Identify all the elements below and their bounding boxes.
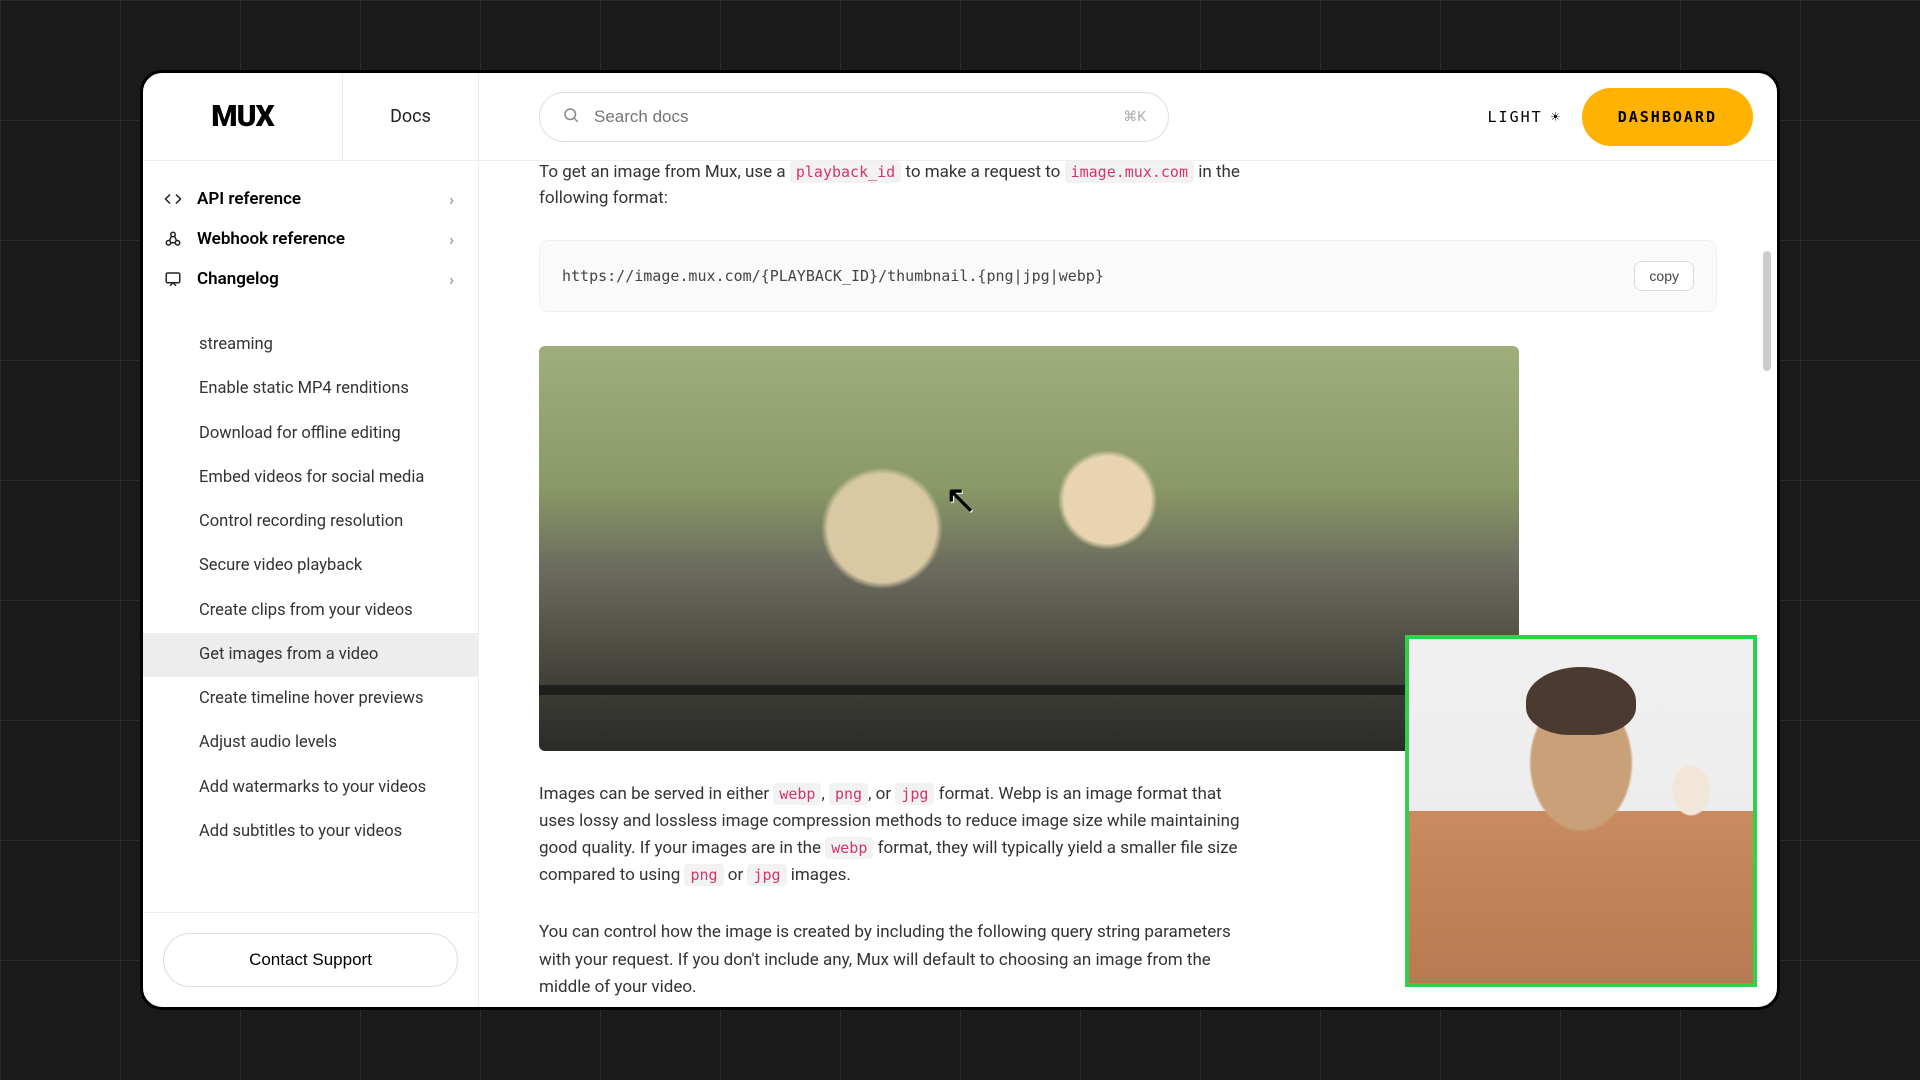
sidebar-item-download-offline[interactable]: Download for offline editing: [143, 412, 478, 456]
docs-label: Docs: [390, 106, 431, 127]
webhook-icon: [163, 229, 183, 249]
docs-nav[interactable]: Docs: [343, 73, 479, 160]
sidebar-item-static-mp4[interactable]: Enable static MP4 renditions: [143, 367, 478, 411]
sidebar-primary-label: Changelog: [197, 269, 279, 289]
lead-text: to make a request to: [901, 162, 1064, 182]
sidebar-item-secure-playback[interactable]: Secure video playback: [143, 544, 478, 588]
inline-code-jpg: jpg: [895, 783, 934, 805]
sidebar-footer: Contact Support: [143, 912, 478, 1007]
inline-code-webp: webp: [773, 783, 821, 805]
search-cell: ⌘K: [479, 92, 1488, 142]
code-block: https://image.mux.com/{PLAYBACK_ID}/thum…: [539, 240, 1717, 312]
contact-support-button[interactable]: Contact Support: [163, 933, 458, 987]
scrollbar-thumb[interactable]: [1763, 251, 1771, 371]
search-input[interactable]: [594, 107, 1109, 127]
formats-paragraph: Images can be served in either webp, png…: [539, 781, 1259, 890]
sidebar-item-subtitles[interactable]: Add subtitles to your videos: [143, 810, 478, 854]
sidebar-item-audio-levels[interactable]: Adjust audio levels: [143, 721, 478, 765]
chevron-right-icon: ›: [449, 230, 454, 249]
webcam-overlay: [1405, 635, 1757, 987]
theme-toggle[interactable]: LIGHT ☀: [1488, 108, 1562, 126]
sidebar-primary-label: Webhook reference: [197, 229, 345, 249]
thumbnail-image: ↖: [539, 346, 1519, 751]
inline-code-playback-id: playback_id: [790, 161, 901, 183]
sidebar-item-watermarks[interactable]: Add watermarks to your videos: [143, 766, 478, 810]
logo-cell: MUX: [143, 73, 343, 160]
inline-code-png: png: [829, 783, 868, 805]
lead-text: To get an image from Mux, use a: [539, 162, 790, 182]
sidebar-list[interactable]: streaming Enable static MP4 renditions D…: [143, 317, 478, 912]
sidebar-primary-changelog[interactable]: Changelog ›: [143, 259, 478, 299]
sidebar-item-create-clips[interactable]: Create clips from your videos: [143, 589, 478, 633]
inline-code-image-host: image.mux.com: [1065, 161, 1194, 183]
code-text: https://image.mux.com/{PLAYBACK_ID}/thum…: [562, 267, 1104, 285]
code-icon: [163, 189, 183, 209]
inline-code-webp: webp: [825, 837, 873, 859]
app-window: MUX Docs ⌘K LIGHT ☀ DASHBOARD: [140, 70, 1780, 1010]
chat-icon: [163, 269, 183, 289]
logo[interactable]: MUX: [211, 99, 273, 134]
lead-paragraph: To get an image from Mux, use a playback…: [539, 161, 1259, 212]
chevron-right-icon: ›: [449, 190, 454, 209]
sidebar-primary-api-reference[interactable]: API reference ›: [143, 179, 478, 219]
theme-label: LIGHT: [1488, 108, 1543, 126]
copy-button[interactable]: copy: [1634, 261, 1694, 291]
chevron-right-icon: ›: [449, 270, 454, 289]
sidebar-primary-label: API reference: [197, 189, 301, 209]
search-bar[interactable]: ⌘K: [539, 92, 1169, 142]
topbar: MUX Docs ⌘K LIGHT ☀ DASHBOARD: [143, 73, 1777, 161]
sun-icon: ☀: [1551, 108, 1562, 126]
sidebar-item-embed-social[interactable]: Embed videos for social media: [143, 456, 478, 500]
inline-code-png: png: [684, 864, 723, 886]
sidebar-item-hover-previews[interactable]: Create timeline hover previews: [143, 677, 478, 721]
mouse-cursor-icon: ↖: [944, 476, 978, 523]
sidebar-item-recording-resolution[interactable]: Control recording resolution: [143, 500, 478, 544]
query-params-paragraph: You can control how the image is created…: [539, 919, 1259, 1001]
search-icon: [562, 106, 580, 128]
search-shortcut: ⌘K: [1123, 109, 1146, 125]
dashboard-button[interactable]: DASHBOARD: [1582, 88, 1753, 146]
sidebar: API reference › Webhook reference ›: [143, 161, 479, 1007]
sidebar-primary-group: API reference › Webhook reference ›: [143, 161, 478, 317]
inline-code-jpg: jpg: [747, 864, 786, 886]
sidebar-item-get-images[interactable]: Get images from a video: [143, 633, 478, 677]
sidebar-item-streaming[interactable]: streaming: [143, 323, 478, 367]
sidebar-primary-webhook-reference[interactable]: Webhook reference ›: [143, 219, 478, 259]
